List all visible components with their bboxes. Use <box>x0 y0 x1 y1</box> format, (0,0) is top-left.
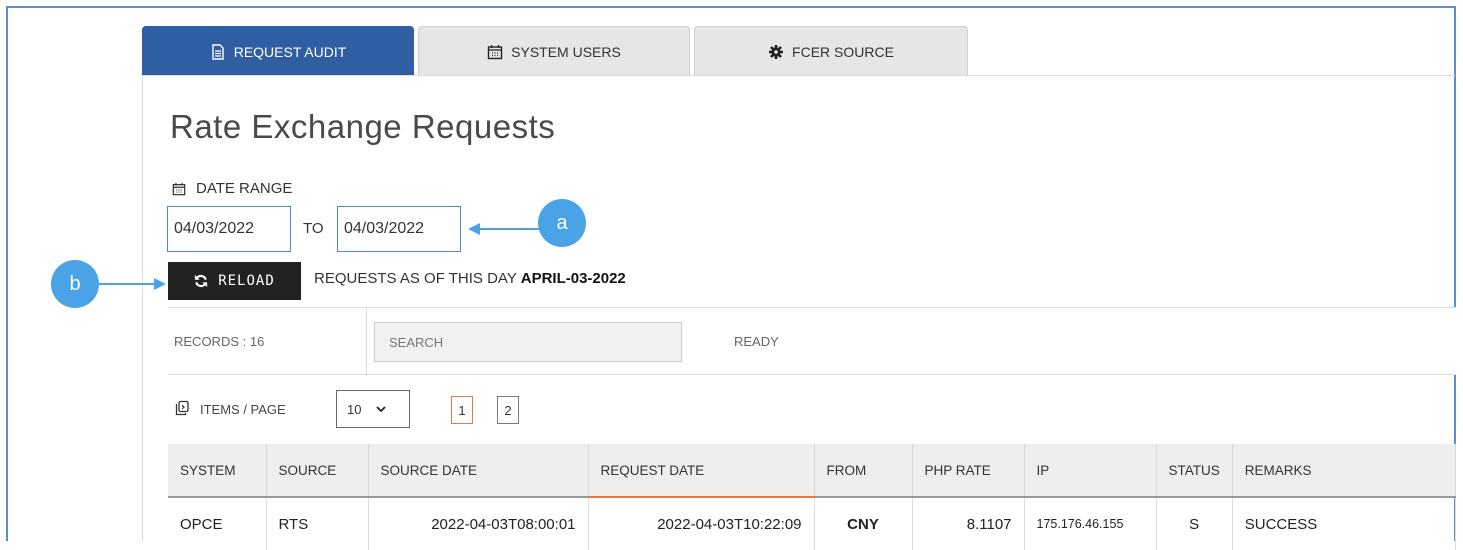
column-header[interactable]: IP <box>1024 444 1157 498</box>
callout-b-arrow <box>98 283 156 285</box>
page-button-2[interactable]: 2 <box>497 396 519 424</box>
callout-b: b <box>51 260 99 308</box>
cell-php-rate: 8.1107 <box>912 497 1025 550</box>
items-per-page-label: ITEMS / PAGE <box>200 402 286 417</box>
cell-source: RTS <box>266 497 369 550</box>
table-row[interactable]: OPCE RTS 2022-04-03T08:00:01 2022-04-03T… <box>168 497 1457 550</box>
as-of-prefix: REQUESTS AS OF THIS DAY <box>314 270 517 287</box>
cell-from: CNY <box>814 497 913 550</box>
callout-a-arrow <box>476 228 546 230</box>
calendar-icon <box>172 182 186 195</box>
column-header[interactable]: REMARKS <box>1232 444 1457 498</box>
requests-as-of: REQUESTS AS OF THIS DAY APRIL-03-2022 <box>314 270 626 287</box>
items-per-page-select[interactable]: 10 <box>336 390 410 428</box>
refresh-icon <box>195 274 208 288</box>
calendar-icon <box>487 44 503 59</box>
search-input[interactable] <box>374 322 682 362</box>
as-of-date: APRIL-03-2022 <box>520 270 626 287</box>
date-range-label: DATE RANGE <box>172 180 292 197</box>
cell-status: S <box>1156 497 1233 550</box>
cell-remarks: SUCCESS <box>1232 497 1457 550</box>
reload-label: RELOAD <box>218 273 275 289</box>
copy-pages-icon <box>175 400 189 416</box>
column-header[interactable]: FROM <box>814 444 913 498</box>
arrow-head-right-icon <box>154 278 166 290</box>
page-title: Rate Exchange Requests <box>170 108 556 145</box>
date-to-label: TO <box>303 220 324 237</box>
cell-request-date: 2022-04-03T10:22:09 <box>588 497 815 550</box>
column-header[interactable]: STATUS <box>1156 444 1233 498</box>
cell-system: OPCE <box>168 497 267 550</box>
records-count: RECORDS : 16 <box>174 334 265 349</box>
toolbar-separator <box>366 308 367 376</box>
requests-table: SYSTEM SOURCE SOURCE DATE REQUEST DATE F… <box>168 444 1457 550</box>
tab-label: SYSTEM USERS <box>511 43 621 60</box>
callout-a: a <box>538 199 586 247</box>
gear-icon <box>769 44 784 59</box>
column-header[interactable]: SOURCE <box>266 444 369 498</box>
date-range-text: DATE RANGE <box>196 180 293 197</box>
document-icon <box>212 43 224 60</box>
tab-content-border <box>142 75 1455 76</box>
tab-system-users[interactable]: SYSTEM USERS <box>418 26 690 76</box>
column-header[interactable]: SOURCE DATE <box>368 444 589 498</box>
tab-content-border-left <box>142 75 143 541</box>
reload-button[interactable]: RELOAD <box>168 262 301 300</box>
date-from-input[interactable] <box>167 206 291 252</box>
tab-label: REQUEST AUDIT <box>233 43 347 60</box>
items-per-page-value: 10 <box>347 401 362 417</box>
arrow-head-left-icon <box>468 223 480 235</box>
chevron-down-icon <box>376 406 387 413</box>
page-button-1[interactable]: 1 <box>451 396 473 424</box>
column-header[interactable]: PHP RATE <box>912 444 1025 498</box>
table-header-row: SYSTEM SOURCE SOURCE DATE REQUEST DATE F… <box>168 444 1457 498</box>
column-header[interactable]: SYSTEM <box>168 444 267 498</box>
status-text: READY <box>734 334 779 349</box>
cell-ip: 175.176.46.155 <box>1024 497 1157 550</box>
pager-row: ITEMS / PAGE 10 1 2 <box>168 376 1456 444</box>
tab-request-audit[interactable]: REQUEST AUDIT <box>142 26 414 76</box>
column-header-sorted[interactable]: REQUEST DATE <box>588 444 815 498</box>
date-to-input[interactable] <box>337 206 461 252</box>
tab-fcer-source[interactable]: FCER SOURCE <box>694 26 968 76</box>
grid-toolbar: RECORDS : 16 READY <box>168 307 1456 376</box>
cell-source-date: 2022-04-03T08:00:01 <box>368 497 589 550</box>
tab-label: FCER SOURCE <box>792 43 894 60</box>
